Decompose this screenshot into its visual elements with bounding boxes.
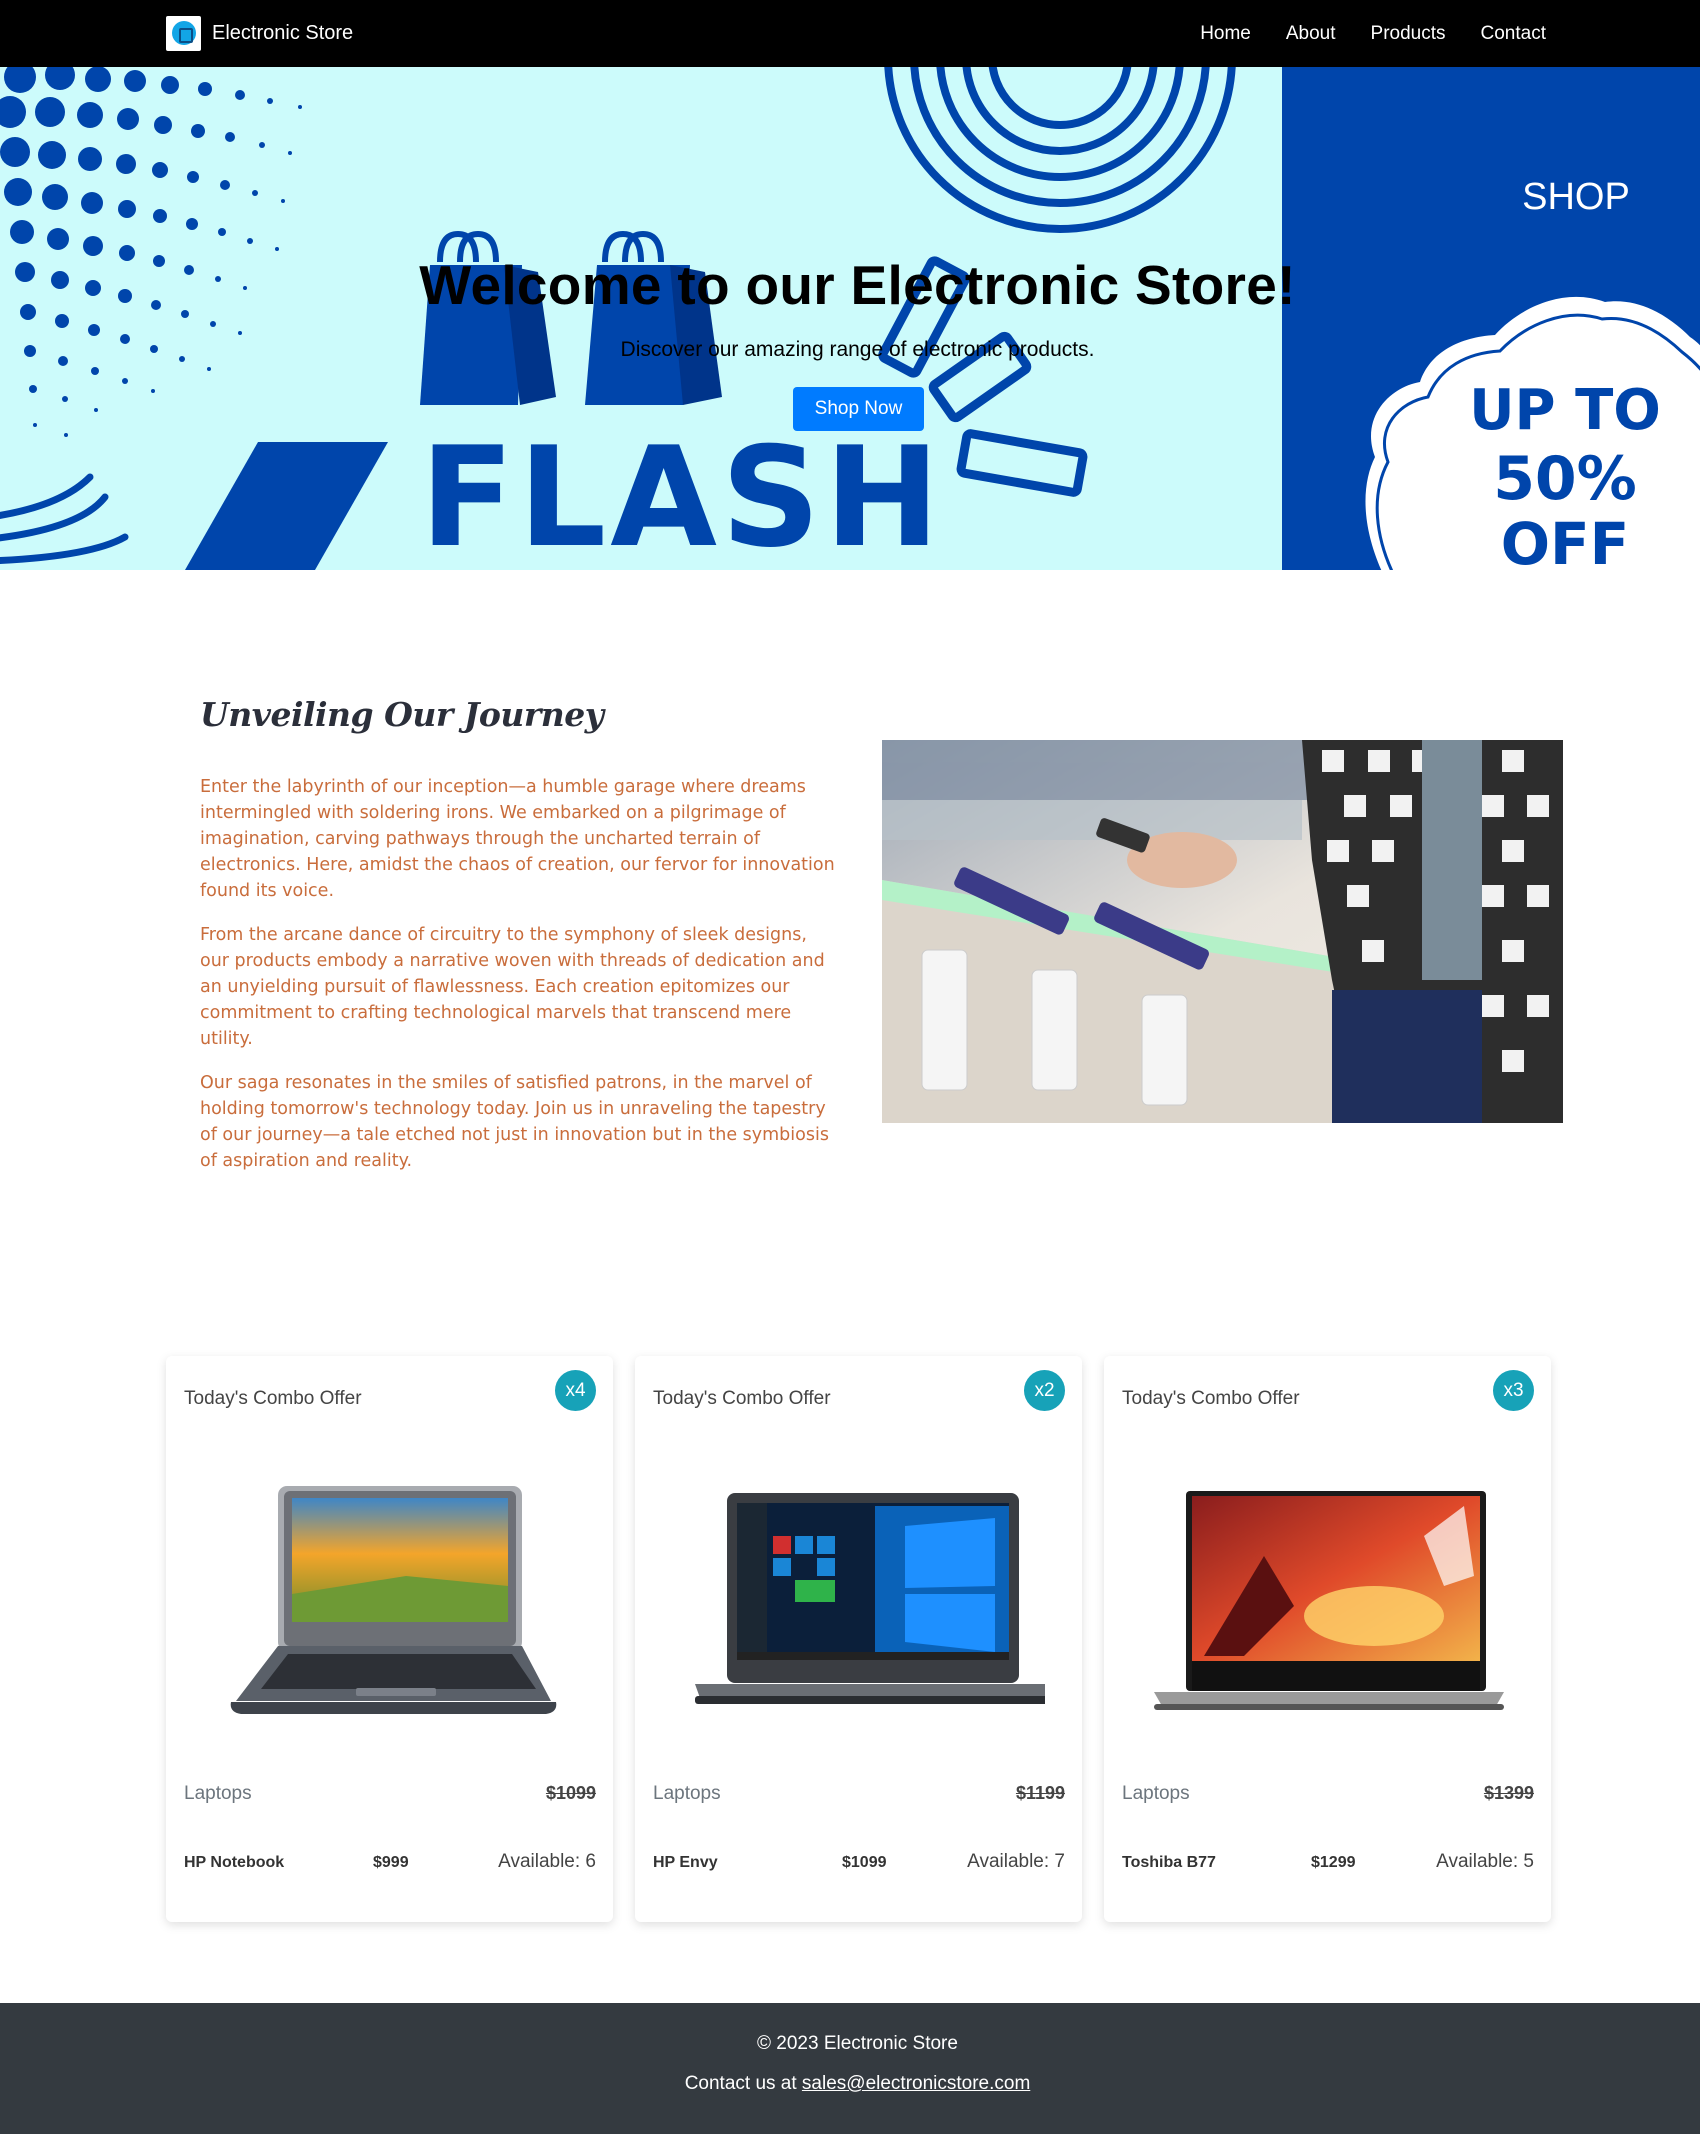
halftone-dots: [0, 67, 302, 437]
footer-copyright: © 2023 Electronic Store: [757, 2033, 958, 2054]
quantity-badge: x4: [555, 1370, 596, 1411]
product-category: Laptops: [653, 1783, 721, 1804]
product-price: $1299: [1311, 1854, 1356, 1871]
nav-link-contact[interactable]: Contact: [1481, 23, 1546, 45]
offer-line-3: OFF: [1501, 510, 1630, 570]
quantity-badge: x2: [1024, 1370, 1065, 1411]
product-price: $999: [373, 1854, 409, 1871]
nav-link-about[interactable]: About: [1286, 23, 1336, 45]
about-text: Enter the labyrinth of our inception—a h…: [200, 774, 840, 1192]
contact-label: Contact us at: [684, 2073, 797, 2094]
product-card[interactable]: Today's Combo Offer x4 Laptops $1099 HP …: [166, 1356, 613, 1922]
about-paragraph: Enter the labyrinth of our inception—a h…: [200, 777, 835, 901]
shop-label: SHOP: [1522, 176, 1630, 218]
product-name: HP Notebook: [184, 1854, 285, 1871]
product-old-price: $1199: [1015, 1783, 1065, 1803]
contact-email-link[interactable]: sales@electronicstore.com: [802, 2073, 1030, 2094]
navbar: Electronic Store Home About Products Con…: [0, 0, 1700, 67]
flash-sale-banner-image: FLASH SHOP UP TO 50% OFF: [0, 67, 1700, 570]
offer-line-2: 50%: [1493, 444, 1637, 514]
hero-subtitle: Discover our amazing range of electronic…: [620, 338, 1095, 361]
store-shopper-photo: [882, 740, 1563, 1123]
product-availability: Available: 5: [1436, 1851, 1534, 1872]
quantity-badge: x3: [1493, 1370, 1534, 1411]
card-title: Today's Combo Offer: [184, 1388, 362, 1409]
card-title: Today's Combo Offer: [1122, 1388, 1300, 1409]
product-availability: Available: 7: [967, 1851, 1065, 1872]
laptop-image: [230, 1486, 557, 1714]
nav-link-home[interactable]: Home: [1200, 23, 1251, 45]
about-paragraph: From the arcane dance of circuitry to th…: [200, 925, 825, 1049]
product-old-price: $1399: [1483, 1783, 1534, 1803]
nav-link-products[interactable]: Products: [1371, 23, 1446, 45]
about-paragraph: Our saga resonates in the smiles of sati…: [200, 1073, 829, 1171]
about-title: Unveiling Our Journey: [200, 695, 604, 734]
laptop-image: [695, 1493, 1045, 1704]
hero-title: Welcome to our Electronic Store!: [419, 254, 1296, 316]
card-title: Today's Combo Offer: [653, 1388, 831, 1409]
product-name: Toshiba B77: [1122, 1854, 1216, 1871]
flash-word: FLASH: [420, 417, 944, 570]
shop-now-button[interactable]: Shop Now: [793, 387, 924, 431]
product-card[interactable]: Today's Combo Offer x2 Laptops $1199 HP …: [635, 1356, 1082, 1922]
product-card[interactable]: Today's Combo Offer x3 Laptops $1399 Tos…: [1104, 1356, 1551, 1922]
hero-banner: FLASH SHOP UP TO 50% OFF Welcome to our …: [0, 67, 1700, 570]
nav-links: Home About Products Contact: [1165, 0, 1546, 67]
offer-line-1: UP TO: [1469, 378, 1661, 443]
store-logo-icon: [166, 15, 201, 51]
product-old-price: $1099: [545, 1783, 596, 1803]
footer-contact: Contact us at sales@electronicstore.com: [0, 2073, 1700, 2095]
laptop-image: [1154, 1491, 1504, 1710]
product-name: HP Envy: [653, 1854, 718, 1871]
product-price: $1099: [842, 1854, 887, 1871]
product-category: Laptops: [184, 1783, 252, 1804]
brand-name: Electronic Store: [212, 21, 354, 44]
product-category: Laptops: [1122, 1783, 1190, 1804]
footer: © 2023 Electronic Store Contact us at sa…: [0, 2003, 1700, 2134]
product-availability: Available: 6: [498, 1851, 596, 1872]
brand-link[interactable]: Electronic Store: [166, 15, 354, 51]
